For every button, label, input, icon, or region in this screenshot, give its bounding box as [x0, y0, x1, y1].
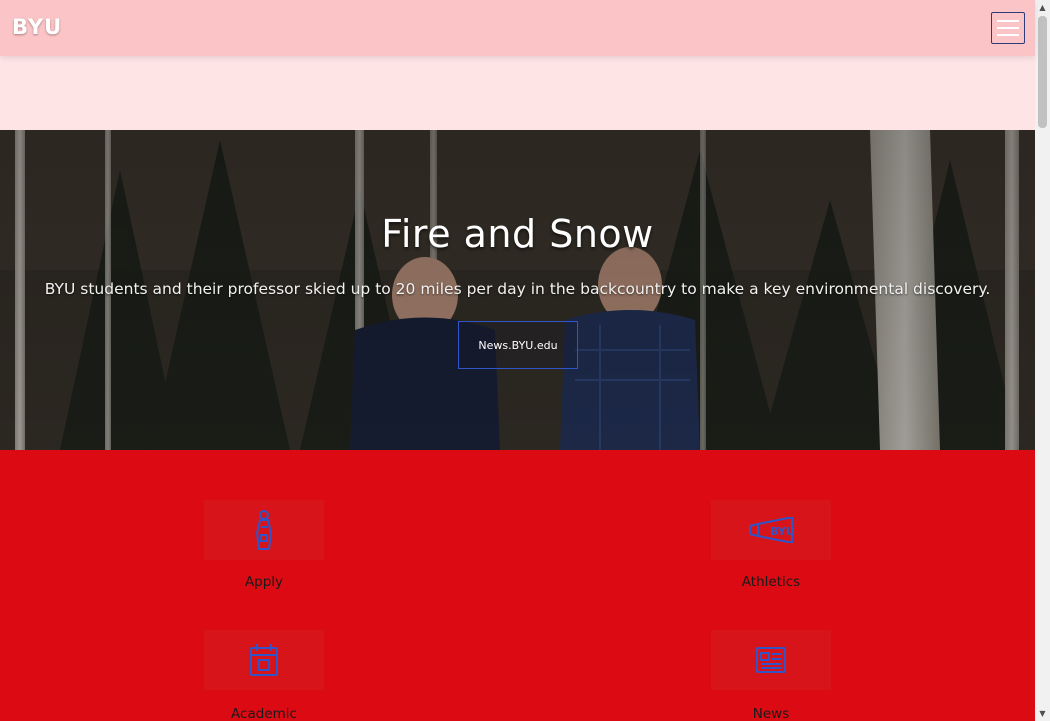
apply-label[interactable]: Apply [204, 574, 324, 590]
svg-text:BYU: BYU [770, 525, 794, 538]
header-spacer [0, 56, 1035, 130]
academic-tile[interactable] [204, 630, 324, 690]
hero-banner: Fire and Snow BYU students and their pro… [0, 130, 1035, 450]
scroll-up-icon[interactable]: ▲ [1035, 0, 1050, 15]
calendar-icon [250, 644, 278, 676]
news-tile[interactable] [711, 630, 831, 690]
athletics-label[interactable]: Athletics [711, 574, 831, 590]
academic-label[interactable]: Academic [204, 706, 324, 721]
hero-title: Fire and Snow [381, 212, 654, 256]
apply-tile[interactable] [204, 500, 324, 560]
byu-megaphone-icon: BYU [749, 517, 794, 543]
page-scrollbar[interactable]: ▲ ▼ [1035, 0, 1050, 721]
quick-links-section: Apply BYU Athletics Academic News [0, 450, 1035, 721]
graduate-figure-icon [255, 510, 273, 550]
newspaper-icon [756, 647, 786, 673]
athletics-tile[interactable]: BYU [711, 500, 831, 560]
scroll-down-icon[interactable]: ▼ [1035, 706, 1050, 721]
hamburger-menu-icon[interactable] [991, 12, 1025, 44]
news-label[interactable]: News [711, 706, 831, 721]
byu-logo[interactable]: BYU [12, 15, 62, 39]
scroll-thumb[interactable] [1038, 16, 1047, 128]
site-header: BYU [0, 0, 1035, 56]
hero-subtitle: BYU students and their professor skied u… [44, 280, 991, 298]
news-link-button[interactable]: News.BYU.edu [458, 321, 578, 369]
